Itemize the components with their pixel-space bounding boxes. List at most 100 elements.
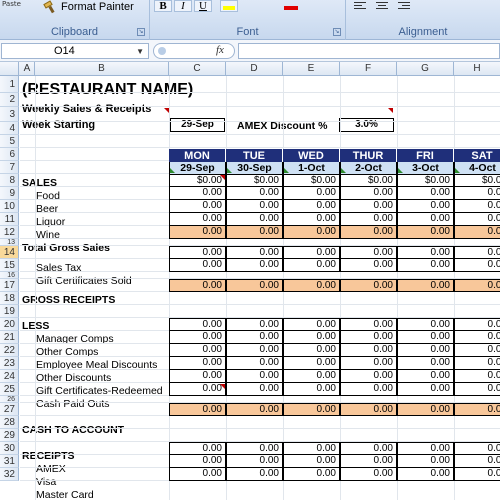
row-header-11[interactable]: 11	[0, 213, 19, 226]
row-header-2[interactable]: 2	[0, 93, 19, 107]
value-cell[interactable]: 0.00	[340, 226, 397, 239]
value-cell[interactable]: 0.00	[397, 442, 454, 455]
value-cell[interactable]: 0.00	[283, 344, 340, 357]
value-cell[interactable]: 0.00	[454, 246, 500, 259]
value-cell[interactable]: 0.00	[283, 213, 340, 226]
value-cell[interactable]: 0.00	[226, 187, 283, 200]
row-header-17[interactable]: 17	[0, 279, 19, 292]
value-cell[interactable]: $0.00	[226, 174, 283, 187]
column-header-h[interactable]: H	[454, 62, 500, 76]
clipboard-launcher-icon[interactable]: ↘	[137, 28, 145, 36]
value-cell[interactable]: 0.00	[226, 200, 283, 213]
value-cell[interactable]: 0.00	[454, 383, 500, 396]
paste-button[interactable]: Paste	[2, 0, 21, 8]
value-cell[interactable]: 0.00	[397, 279, 454, 292]
row-header-13[interactable]: 13	[0, 239, 19, 246]
value-cell[interactable]: 0.00	[340, 403, 397, 416]
value-cell[interactable]: 0.00	[340, 331, 397, 344]
value-cell[interactable]: 0.00	[283, 468, 340, 481]
row-header-4[interactable]: 4	[0, 122, 19, 135]
value-cell[interactable]: 0.00	[340, 259, 397, 272]
value-cell[interactable]: 0.00	[397, 226, 454, 239]
day-header[interactable]: MON	[169, 149, 226, 163]
value-cell[interactable]: 0.00	[226, 357, 283, 370]
column-header-f[interactable]: F	[340, 62, 397, 76]
value-cell[interactable]: 0.00	[226, 442, 283, 455]
value-cell[interactable]: 0.00	[283, 279, 340, 292]
value-cell[interactable]: 0.00	[454, 318, 500, 331]
day-header[interactable]: WED	[283, 149, 340, 163]
value-cell[interactable]: 0.00	[397, 259, 454, 272]
row-header-28[interactable]: 28	[0, 416, 19, 429]
value-cell[interactable]: 0.00	[226, 468, 283, 481]
value-cell[interactable]: 0.00	[226, 344, 283, 357]
value-cell[interactable]: 0.00	[226, 455, 283, 468]
value-cell[interactable]: 0.00	[283, 357, 340, 370]
row-header-29[interactable]: 29	[0, 429, 19, 442]
value-cell[interactable]: 0.00	[397, 468, 454, 481]
column-header-a[interactable]: A	[20, 62, 35, 76]
value-cell[interactable]: 0.00	[397, 403, 454, 416]
value-cell[interactable]: 0.00	[169, 383, 226, 396]
value-cell[interactable]: 0.00	[169, 213, 226, 226]
value-cell[interactable]: 0.00	[226, 213, 283, 226]
value-cell[interactable]: 0.00	[454, 468, 500, 481]
value-cell[interactable]: 0.00	[226, 259, 283, 272]
value-cell[interactable]: 0.00	[283, 370, 340, 383]
value-cell[interactable]: 0.00	[340, 344, 397, 357]
value-cell[interactable]: 0.00	[283, 259, 340, 272]
value-cell[interactable]: 0.00	[169, 187, 226, 200]
row-header-14[interactable]: 14	[0, 246, 19, 259]
row-header-32[interactable]: 32	[0, 468, 19, 481]
value-cell[interactable]: 0.00	[454, 403, 500, 416]
value-cell[interactable]: 0.00	[169, 279, 226, 292]
value-cell[interactable]: 0.00	[283, 331, 340, 344]
value-cell[interactable]: 0.00	[397, 344, 454, 357]
value-cell[interactable]: 0.00	[397, 370, 454, 383]
value-cell[interactable]: 0.00	[226, 318, 283, 331]
value-cell[interactable]: 0.00	[340, 455, 397, 468]
row-header-15[interactable]: 15	[0, 259, 19, 272]
day-header[interactable]: SAT	[454, 149, 500, 163]
row-header-20[interactable]: 20	[0, 318, 19, 331]
value-cell[interactable]: 0.00	[283, 383, 340, 396]
value-cell[interactable]: 0.00	[397, 383, 454, 396]
value-cell[interactable]: 0.00	[340, 213, 397, 226]
value-cell[interactable]: 0.00	[283, 246, 340, 259]
row-header-27[interactable]: 27	[0, 403, 19, 416]
value-cell[interactable]: 0.00	[226, 331, 283, 344]
value-cell[interactable]: 0.00	[397, 187, 454, 200]
bold-button[interactable]: B	[154, 0, 172, 12]
value-cell[interactable]: 0.00	[340, 442, 397, 455]
fill-color-button[interactable]	[220, 0, 238, 12]
value-cell[interactable]: 0.00	[226, 383, 283, 396]
value-cell[interactable]: 0.00	[340, 370, 397, 383]
value-cell[interactable]: 0.00	[169, 200, 226, 213]
row-header-7[interactable]: 7	[0, 161, 19, 174]
format-painter-button[interactable]: Format Painter	[43, 0, 134, 14]
value-cell[interactable]: 0.00	[283, 226, 340, 239]
value-cell[interactable]: 0.00	[226, 370, 283, 383]
value-cell[interactable]: 0.00	[169, 370, 226, 383]
value-cell[interactable]: 0.00	[397, 455, 454, 468]
value-cell[interactable]: 0.00	[454, 279, 500, 292]
value-cell[interactable]: 0.00	[340, 357, 397, 370]
column-header-b[interactable]: B	[35, 62, 169, 76]
row-header-21[interactable]: 21	[0, 331, 19, 344]
value-cell[interactable]: 0.00	[454, 187, 500, 200]
value-cell[interactable]: 0.00	[340, 246, 397, 259]
row-header-22[interactable]: 22	[0, 344, 19, 357]
value-cell[interactable]: 0.00	[454, 200, 500, 213]
day-header[interactable]: THUR	[340, 149, 397, 163]
day-header[interactable]: TUE	[226, 149, 283, 163]
value-cell[interactable]: 0.00	[454, 370, 500, 383]
value-cell[interactable]: 0.00	[226, 279, 283, 292]
value-cell[interactable]: 0.00	[283, 318, 340, 331]
value-cell[interactable]: 0.00	[340, 468, 397, 481]
value-cell[interactable]: 0.00	[169, 259, 226, 272]
chevron-down-icon[interactable]: ▼	[136, 45, 144, 59]
value-cell[interactable]: 0.00	[169, 226, 226, 239]
value-cell[interactable]: 0.00	[454, 331, 500, 344]
column-header-g[interactable]: G	[397, 62, 454, 76]
row-header-3[interactable]: 3	[0, 107, 19, 122]
